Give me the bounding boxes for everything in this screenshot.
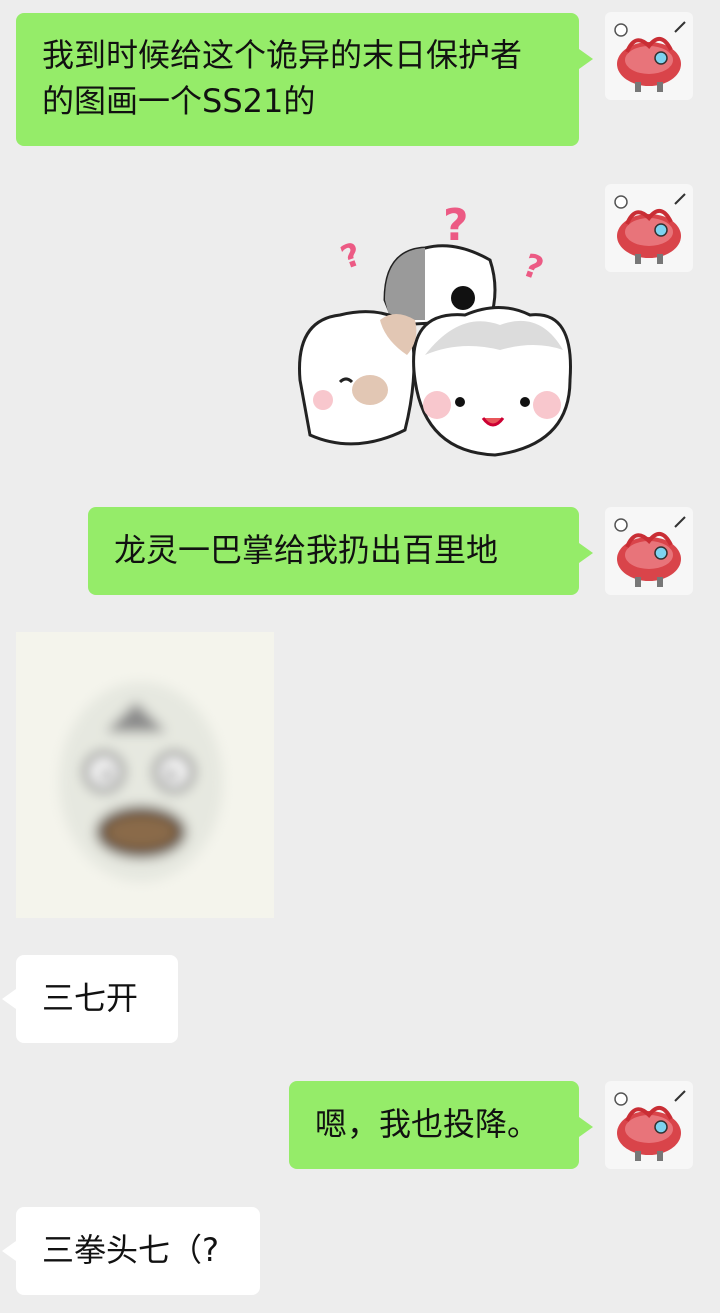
red-cartoon-avatar-icon (614, 21, 686, 92)
message-text: 三拳头七（? (42, 1231, 219, 1269)
confused-bunnies-sticker[interactable]: ? ? ? (285, 190, 580, 470)
svg-text:?: ? (518, 246, 548, 288)
message-text: 嗯，我也投降。 (315, 1105, 540, 1143)
message-text: 三七开 (42, 979, 139, 1017)
shocked-face-sticker[interactable] (16, 632, 274, 918)
svg-text:?: ? (443, 200, 469, 251)
red-cartoon-avatar-icon (614, 516, 686, 587)
red-cartoon-avatar-icon (614, 1090, 686, 1161)
message-bubble-outgoing[interactable]: 龙灵一巴掌给我扔出百里地 (88, 507, 593, 595)
avatar[interactable] (605, 12, 693, 100)
message-text: 龙灵一巴掌给我扔出百里地 (114, 531, 499, 569)
message-text: 我到时候给这个诡异的末日保护者的图画一个SS21的 (42, 36, 523, 120)
message-bubble-outgoing[interactable]: 我到时候给这个诡异的末日保护者的图画一个SS21的 (16, 13, 593, 146)
avatar[interactable] (605, 1081, 693, 1169)
message-bubble-incoming[interactable]: 三拳头七（? (2, 1207, 260, 1295)
message-bubble-incoming[interactable]: 三七开 (2, 955, 178, 1043)
avatar[interactable] (605, 184, 693, 272)
svg-text:?: ? (336, 235, 366, 277)
avatar[interactable] (605, 507, 693, 595)
red-cartoon-avatar-icon (614, 193, 686, 264)
message-bubble-outgoing[interactable]: 嗯，我也投降。 (289, 1081, 593, 1169)
